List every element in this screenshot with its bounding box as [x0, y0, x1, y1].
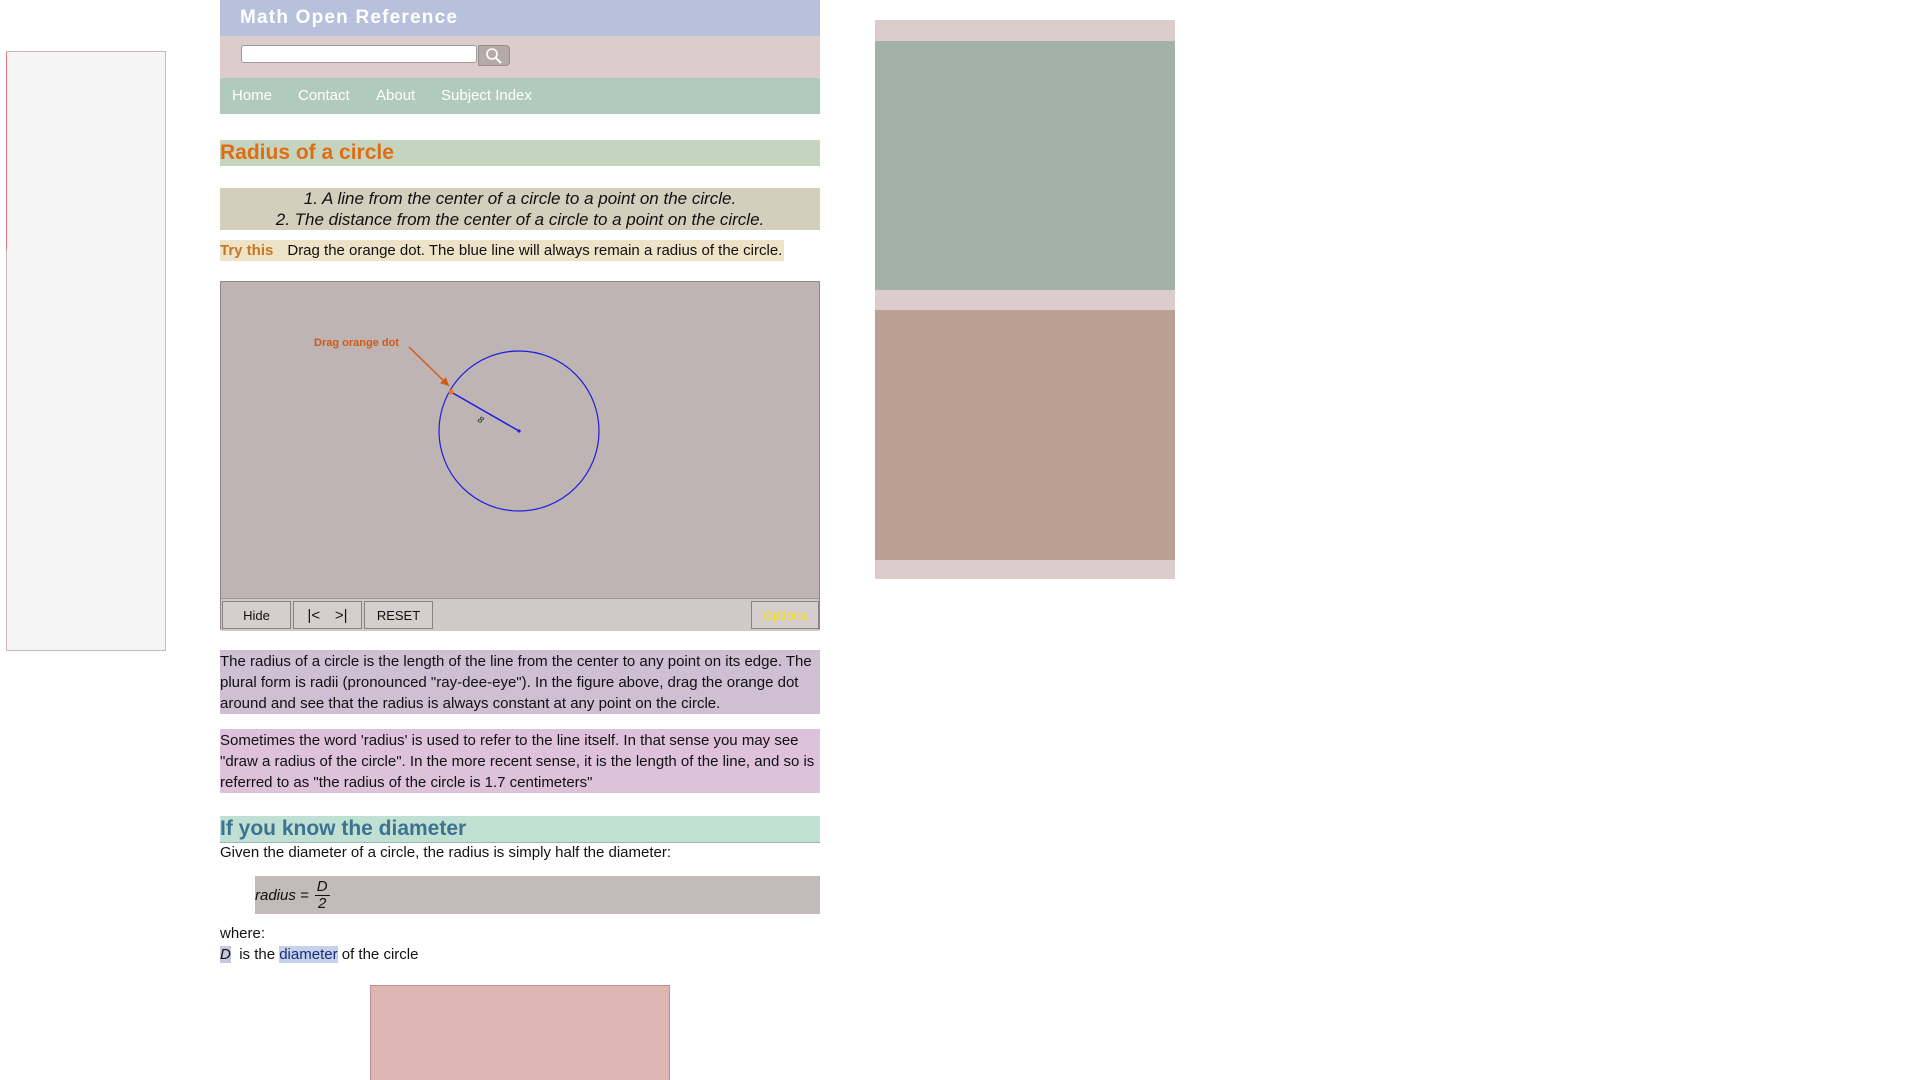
- right-ad-divider-strip: [875, 290, 1175, 310]
- nav-home[interactable]: Home: [232, 87, 272, 104]
- hide-button[interactable]: Hide: [222, 601, 291, 629]
- first-step-button[interactable]: |<: [307, 607, 320, 624]
- formula-numerator: D: [314, 877, 330, 896]
- variable-symbol: D: [220, 946, 231, 963]
- options-button[interactable]: Options: [751, 601, 819, 629]
- nav-about[interactable]: About: [376, 87, 415, 104]
- formula-box: radius = D 2: [255, 876, 820, 914]
- search-bar: [220, 36, 820, 78]
- definition-1: 1. A line from the center of a circle to…: [303, 189, 737, 208]
- definition-2: 2. The distance from the center of a cir…: [275, 210, 765, 229]
- reset-button[interactable]: RESET: [364, 601, 433, 629]
- formula-denominator: 2: [318, 894, 327, 912]
- search-button[interactable]: [478, 45, 510, 66]
- main-nav: Home Contact About Subject Index: [220, 78, 820, 114]
- diameter-intro-text: Given the diameter of a circle, the radi…: [220, 844, 672, 861]
- right-ad-footer-strip: [875, 560, 1175, 579]
- variable-definition: D is the diameter of the circle: [220, 946, 418, 963]
- variable-text-before: is the: [239, 946, 276, 963]
- last-step-button[interactable]: >|: [335, 607, 348, 624]
- drag-hint-label: Drag orange dot: [314, 337, 399, 349]
- right-ad-panel-bottom: [875, 310, 1175, 560]
- right-ad-panel-top: [875, 41, 1175, 290]
- page-title: Radius of a circle: [220, 140, 820, 166]
- drag-hint-arrow: [408, 346, 450, 387]
- radius-line: [450, 391, 520, 432]
- definition-box: 1. A line from the center of a circle to…: [220, 188, 820, 230]
- right-ad-header-strip: [875, 20, 1175, 41]
- radius-usage-paragraph: Sometimes the word 'radius' is used to r…: [220, 729, 820, 793]
- search-icon: [486, 47, 502, 64]
- center-point: [517, 429, 521, 433]
- formula-fraction: D 2: [314, 877, 330, 912]
- search-input[interactable]: [241, 45, 477, 63]
- diameter-link[interactable]: diameter: [279, 946, 338, 963]
- variable-text-after: of the circle: [341, 946, 419, 963]
- nav-subject-index[interactable]: Subject Index: [441, 87, 532, 104]
- try-this-text: Drag the orange dot. The blue line will …: [287, 242, 783, 259]
- radius-formula: radius = D 2: [255, 876, 330, 914]
- radius-explanation-paragraph: The radius of a circle is the length of …: [220, 650, 820, 714]
- try-this-row: Try this Drag the orange dot. The blue li…: [220, 240, 785, 261]
- step-buttons: |< >|: [293, 601, 362, 629]
- formula-lhs: radius =: [255, 886, 309, 904]
- applet-toolbar: Hide |< >| RESET Options: [221, 598, 819, 631]
- nav-contact[interactable]: Contact: [298, 87, 350, 104]
- try-this-label: Try this: [220, 242, 274, 259]
- applet-canvas[interactable]: Drag orange dot 8: [221, 282, 819, 598]
- radius-applet[interactable]: Drag orange dot 8 Hide |< >| RESET Optio…: [220, 281, 820, 631]
- left-ad-panel: [6, 51, 166, 651]
- site-header: Math Open Reference: [220, 0, 820, 36]
- site-title[interactable]: Math Open Reference: [240, 7, 458, 29]
- diameter-section-heading: If you know the diameter: [220, 816, 820, 843]
- bottom-ad-box: [370, 985, 670, 1080]
- orange-drag-dot[interactable]: [448, 389, 454, 395]
- radius-length-label: 8: [476, 414, 485, 425]
- where-label: where:: [220, 925, 266, 942]
